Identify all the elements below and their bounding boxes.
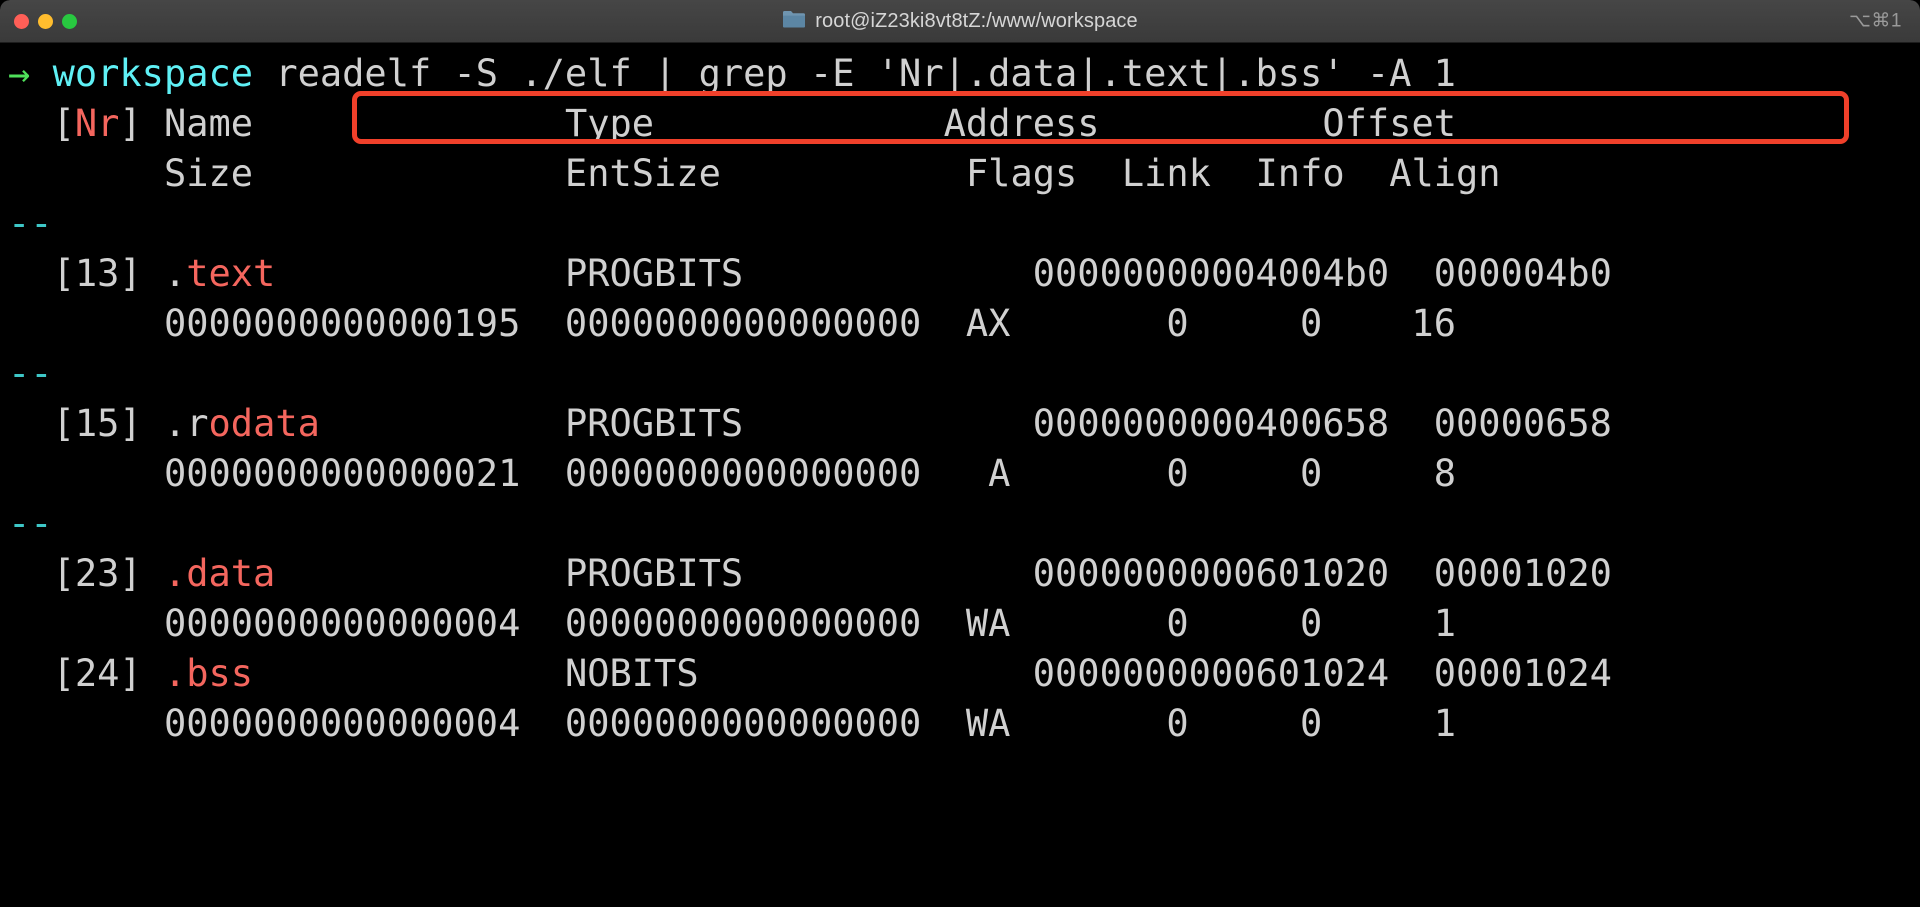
header-offset: Offset bbox=[1322, 102, 1457, 145]
section-offset: 00000658 bbox=[1433, 402, 1612, 445]
section-info: 0 bbox=[1188, 452, 1323, 495]
section-index: [15] bbox=[52, 402, 142, 445]
section-row: [24] .bss NOBITS 0000000000601024 000010… bbox=[0, 649, 1920, 699]
section-rows-container: -- [13] .text PROGBITS 00000000004004b0 … bbox=[0, 199, 1920, 749]
output-header-line-2: Size EntSize Flags Link Info Align bbox=[0, 149, 1920, 199]
header-info: Info bbox=[1255, 152, 1345, 195]
section-row: [13] .text PROGBITS 00000000004004b0 000… bbox=[0, 249, 1920, 299]
grep-separator: -- bbox=[0, 349, 1920, 399]
header-bracket-open: [ bbox=[52, 102, 75, 145]
section-align: 16 bbox=[1322, 302, 1456, 345]
header-align: Align bbox=[1389, 152, 1501, 195]
minimize-button[interactable] bbox=[38, 13, 53, 29]
section-flags: AX bbox=[943, 302, 1011, 345]
section-detail-row: 0000000000000004 0000000000000000 WA 0 0… bbox=[0, 699, 1920, 749]
section-name-match: .data bbox=[163, 552, 276, 595]
prompt-cwd: workspace bbox=[52, 52, 254, 95]
header-type: Type bbox=[564, 102, 655, 145]
section-size: 0000000000000021 bbox=[163, 452, 521, 495]
section-index: [23] bbox=[52, 552, 142, 595]
grep-separator-text: -- bbox=[8, 502, 53, 545]
section-link: 0 bbox=[1010, 702, 1189, 745]
section-address: 0000000000601024 bbox=[1032, 652, 1390, 695]
section-info: 0 bbox=[1188, 602, 1323, 645]
section-entsize: 0000000000000000 bbox=[564, 702, 922, 745]
header-flags: Flags bbox=[965, 152, 1078, 195]
section-type: PROGBITS bbox=[564, 402, 989, 445]
title-bar: root@iZ23ki8vt8tZ:/www/workspace ⌥⌘1 bbox=[0, 0, 1920, 43]
section-name-match: odata bbox=[208, 402, 320, 445]
header-entsize: EntSize bbox=[564, 152, 721, 195]
section-name-prefix: .r bbox=[163, 402, 209, 445]
section-entsize: 0000000000000000 bbox=[564, 602, 922, 645]
grep-separator-text: -- bbox=[8, 352, 53, 395]
section-offset: 000004b0 bbox=[1433, 252, 1612, 295]
section-flags: WA bbox=[943, 702, 1011, 745]
section-entsize: 0000000000000000 bbox=[564, 302, 922, 345]
section-address: 0000000000601020 bbox=[1032, 552, 1390, 595]
folder-icon bbox=[782, 9, 806, 33]
section-detail-row: 0000000000000004 0000000000000000 WA 0 0… bbox=[0, 599, 1920, 649]
section-index: [13] bbox=[52, 252, 142, 295]
output-header-line-1: [Nr] Name Type Address Offset bbox=[0, 99, 1920, 149]
window-title-group: root@iZ23ki8vt8tZ:/www/workspace bbox=[0, 0, 1920, 42]
section-size: 0000000000000004 bbox=[163, 602, 521, 645]
section-detail-row: 0000000000000021 0000000000000000 A 0 0 … bbox=[0, 449, 1920, 499]
section-type: NOBITS bbox=[564, 652, 989, 695]
terminal-output[interactable]: → workspace readelf -S ./elf | grep -E '… bbox=[0, 43, 1920, 907]
command-input[interactable]: readelf -S ./elf | grep -E 'Nr|.data|.te… bbox=[275, 52, 1456, 95]
section-type: PROGBITS bbox=[564, 252, 989, 295]
header-nr: Nr bbox=[74, 102, 120, 145]
section-link: 0 bbox=[1010, 302, 1189, 345]
header-name: Name bbox=[163, 102, 254, 145]
terminal-window: root@iZ23ki8vt8tZ:/www/workspace ⌥⌘1 → w… bbox=[0, 0, 1920, 907]
section-offset: 00001024 bbox=[1433, 652, 1612, 695]
grep-separator: -- bbox=[0, 199, 1920, 249]
header-address: Address bbox=[943, 102, 1100, 145]
section-row: [23] .data PROGBITS 0000000000601020 000… bbox=[0, 549, 1920, 599]
section-link: 0 bbox=[1010, 452, 1189, 495]
section-name-prefix: . bbox=[163, 252, 187, 295]
section-info: 0 bbox=[1188, 702, 1323, 745]
section-offset: 00001020 bbox=[1433, 552, 1612, 595]
section-flags: A bbox=[943, 452, 1011, 495]
grep-separator-text: -- bbox=[8, 202, 53, 245]
header-bracket-close: ] bbox=[119, 102, 142, 145]
close-button[interactable] bbox=[14, 13, 29, 29]
section-address: 00000000004004b0 bbox=[1032, 252, 1390, 295]
section-align: 1 bbox=[1322, 602, 1456, 645]
section-size: 0000000000000004 bbox=[163, 702, 521, 745]
section-link: 0 bbox=[1010, 602, 1189, 645]
window-controls bbox=[0, 13, 77, 29]
shortcut-hint: ⌥⌘1 bbox=[1849, 10, 1902, 32]
maximize-button[interactable] bbox=[62, 13, 77, 29]
section-type: PROGBITS bbox=[564, 552, 989, 595]
section-flags: WA bbox=[943, 602, 1011, 645]
window-title: root@iZ23ki8vt8tZ:/www/workspace bbox=[815, 9, 1138, 32]
prompt-arrow-icon: → bbox=[8, 52, 31, 95]
section-index: [24] bbox=[52, 652, 142, 695]
section-align: 8 bbox=[1322, 452, 1456, 495]
section-address: 0000000000400658 bbox=[1032, 402, 1390, 445]
prompt-line: → workspace readelf -S ./elf | grep -E '… bbox=[0, 49, 1920, 99]
grep-separator: -- bbox=[0, 499, 1920, 549]
section-detail-row: 0000000000000195 0000000000000000 AX 0 0… bbox=[0, 299, 1920, 349]
section-align: 1 bbox=[1322, 702, 1456, 745]
section-name-match: text bbox=[186, 252, 276, 295]
section-info: 0 bbox=[1188, 302, 1323, 345]
header-link: Link bbox=[1121, 152, 1211, 195]
section-row: [15] .rodata PROGBITS 0000000000400658 0… bbox=[0, 399, 1920, 449]
section-name-match: .bss bbox=[163, 652, 254, 695]
section-size: 0000000000000195 bbox=[163, 302, 521, 345]
header-size: Size bbox=[163, 152, 254, 195]
section-entsize: 0000000000000000 bbox=[564, 452, 922, 495]
